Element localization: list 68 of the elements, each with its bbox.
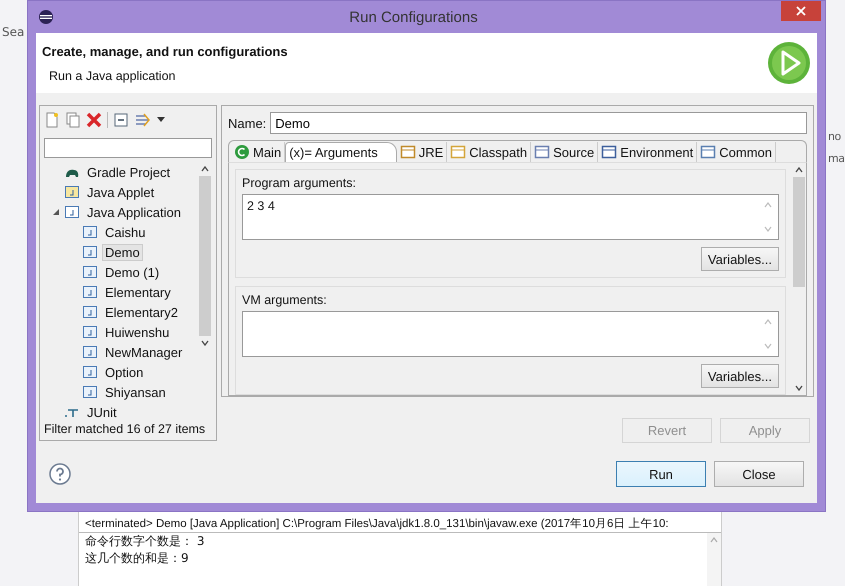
tab[interactable]: Classpath — [447, 142, 532, 162]
search-field-fragment: Sea — [2, 25, 24, 39]
tab[interactable]: Source — [531, 142, 598, 162]
tab[interactable]: JRE — [396, 142, 448, 162]
variables-button[interactable]: Variables... — [700, 247, 779, 271]
editor-text-fragment: no — [828, 130, 841, 143]
new-document-icon[interactable] — [44, 112, 60, 128]
java-file-icon — [82, 244, 98, 260]
close-button[interactable] — [781, 1, 821, 21]
play-icon — [767, 41, 811, 85]
java-file-icon — [82, 364, 98, 380]
close-dialog-button[interactable]: Close — [714, 461, 804, 487]
header-title: Create, manage, and run configurations — [42, 44, 288, 58]
tab[interactable]: Environment — [598, 142, 698, 162]
variables-button[interactable]: Variables... — [700, 364, 779, 388]
collapse-icon[interactable] — [113, 112, 129, 128]
tree-item[interactable]: Demo (1) — [102, 264, 162, 280]
close-icon — [796, 6, 806, 16]
tree-item[interactable]: Java Applet — [84, 184, 158, 200]
tree-item[interactable]: Demo — [102, 244, 143, 260]
editor-text-fragment: ma — [828, 152, 844, 165]
java-file-icon — [82, 264, 98, 280]
delete-icon[interactable] — [86, 112, 102, 128]
group-label: Program arguments: — [242, 176, 357, 190]
tree-item[interactable]: Elementary — [102, 284, 174, 300]
scrollbar-thumb[interactable] — [793, 177, 805, 287]
tab[interactable]: Main — [231, 142, 286, 162]
java-file-icon — [82, 284, 98, 300]
name-field[interactable]: Demo — [270, 112, 807, 134]
tab[interactable]: Common — [697, 142, 776, 162]
java-file-icon — [64, 184, 80, 200]
table-icon — [700, 144, 716, 160]
tree-item[interactable]: Option — [102, 364, 146, 380]
java-file-icon — [82, 384, 98, 400]
tree-item[interactable]: JUnit — [84, 404, 120, 420]
java-file-icon — [82, 304, 98, 320]
java-file-icon — [82, 224, 98, 240]
java-file-icon — [64, 204, 80, 220]
window-title: Run Configurations — [348, 8, 479, 26]
filter-field[interactable] — [44, 138, 212, 158]
text-area[interactable] — [242, 311, 779, 357]
java-file-icon — [82, 344, 98, 360]
tree-item[interactable]: Shiyansan — [102, 384, 169, 400]
filter-icon[interactable] — [134, 112, 152, 128]
eclipse-icon — [38, 9, 54, 25]
tree-item[interactable]: NewManager — [102, 344, 186, 360]
java-file-icon — [82, 324, 98, 340]
console-line: 这几个数的和是：9 — [85, 550, 190, 567]
copy-icon[interactable] — [65, 112, 81, 128]
run-button[interactable]: Run — [616, 461, 706, 487]
circle-c-icon — [234, 144, 250, 160]
filter-status: Filter matched 16 of 27 items — [44, 421, 206, 438]
tree-item[interactable]: Elementary2 — [102, 304, 181, 320]
tree-item[interactable]: Gradle Project — [84, 164, 174, 180]
help-icon[interactable] — [49, 463, 71, 485]
scrollbar[interactable] — [707, 533, 721, 586]
console-line: 命令行数字个数是： 3 — [85, 533, 206, 550]
console-header: <terminated> Demo [Java Application] C:\Program Files\Java\jdk1.8.0_131\bin\javaw.exe (2017年10月6日 上午10: — [79, 512, 721, 533]
dropdown-caret-icon[interactable] — [157, 117, 165, 123]
tree-item[interactable]: Java Application — [84, 204, 184, 220]
tree-item[interactable]: Caishu — [102, 224, 148, 240]
tab[interactable]: (x)= Arguments — [285, 142, 397, 162]
name-label: Name: — [228, 116, 266, 130]
tree-item[interactable]: Huiwenshu — [102, 324, 172, 340]
text-area[interactable]: 2 3 4 — [242, 194, 779, 240]
header-subtitle: Run a Java application — [49, 68, 176, 82]
expand-arrow-icon[interactable] — [52, 208, 60, 216]
group-label: VM arguments: — [242, 293, 328, 307]
